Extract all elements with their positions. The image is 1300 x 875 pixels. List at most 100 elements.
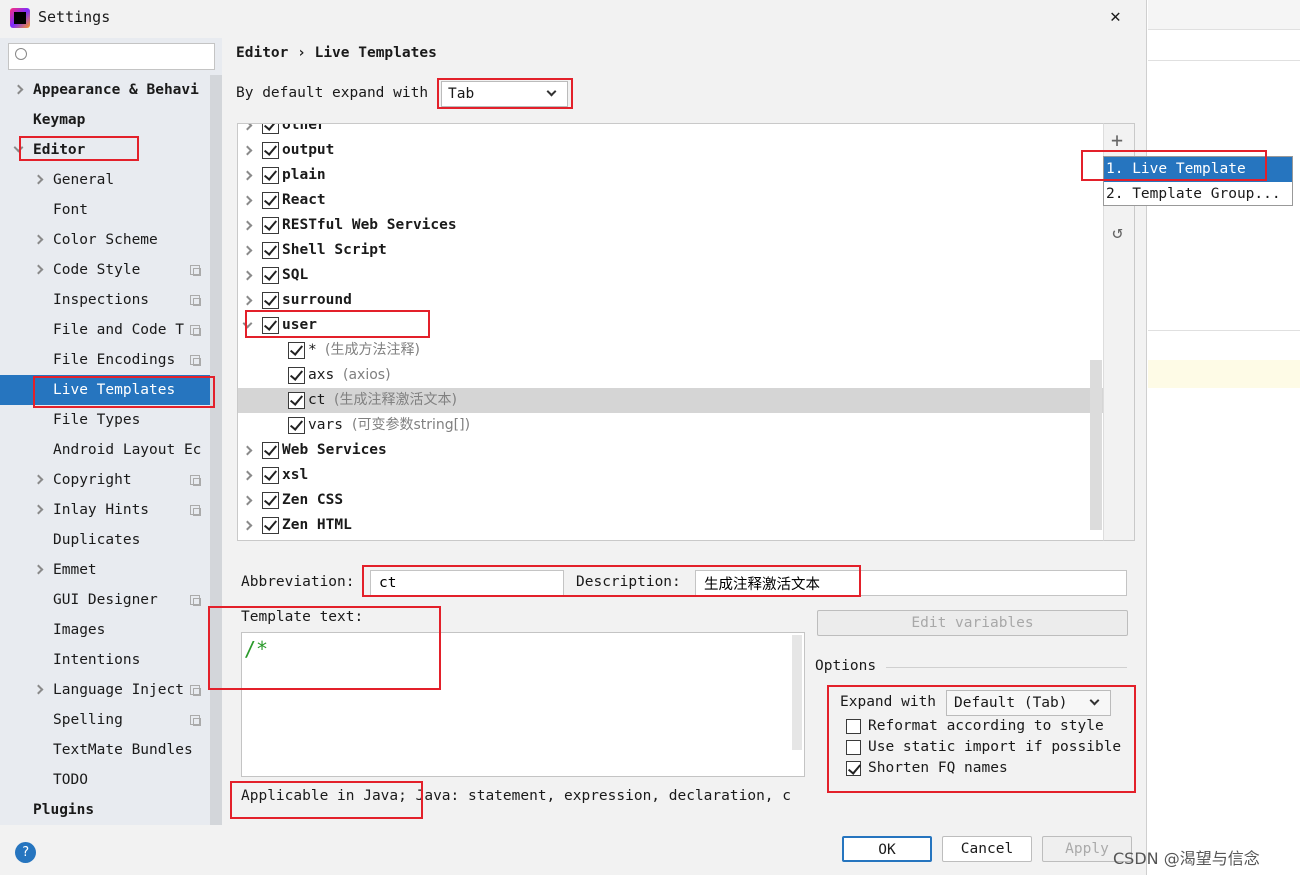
chevron-right-icon[interactable]: [242, 295, 253, 306]
sidebar-item[interactable]: General: [0, 165, 210, 195]
template-group-row[interactable]: surround: [238, 288, 1104, 313]
option-checkbox[interactable]: Use static import if possible: [846, 737, 1136, 758]
chevron-right-icon[interactable]: [33, 564, 44, 575]
checkbox[interactable]: [262, 124, 279, 134]
chevron-right-icon[interactable]: [242, 170, 253, 181]
description-input[interactable]: [695, 570, 1127, 596]
sidebar-item[interactable]: Emmet: [0, 555, 210, 585]
chevron-right-icon[interactable]: [33, 504, 44, 515]
template-row[interactable]: axs (axios): [238, 363, 1104, 388]
template-group-row[interactable]: xsl: [238, 463, 1104, 488]
sidebar-item[interactable]: Color Scheme: [0, 225, 210, 255]
checkbox[interactable]: [262, 467, 279, 484]
chevron-right-icon[interactable]: [33, 264, 44, 275]
template-group-row[interactable]: user: [238, 313, 1104, 338]
template-group-row[interactable]: React: [238, 188, 1104, 213]
checkbox[interactable]: [262, 317, 279, 334]
search-input[interactable]: [8, 43, 215, 70]
sidebar-item[interactable]: TextMate Bundles: [0, 735, 210, 765]
chevron-right-icon[interactable]: [242, 495, 253, 506]
checkbox[interactable]: [262, 492, 279, 509]
checkbox[interactable]: [262, 142, 279, 159]
expand-select[interactable]: Tab: [441, 81, 568, 107]
chevron-right-icon[interactable]: [242, 245, 253, 256]
checkbox[interactable]: [846, 719, 861, 734]
checkbox[interactable]: [262, 217, 279, 234]
chevron-right-icon[interactable]: [33, 684, 44, 695]
template-text-editor[interactable]: /*: [241, 632, 805, 777]
template-group-row[interactable]: RESTful Web Services: [238, 213, 1104, 238]
chevron-right-icon[interactable]: [242, 195, 253, 206]
template-row[interactable]: vars (可变参数string[]): [238, 413, 1104, 438]
chevron-right-icon[interactable]: [242, 520, 253, 531]
add-icon[interactable]: +: [1111, 128, 1123, 152]
restore-icon[interactable]: ↺: [1112, 222, 1123, 243]
close-icon[interactable]: ✕: [1110, 6, 1121, 27]
ok-button[interactable]: OK: [842, 836, 932, 862]
abbreviation-input[interactable]: [370, 570, 564, 596]
help-icon[interactable]: ?: [15, 842, 36, 863]
tree-scrollbar[interactable]: [1090, 360, 1102, 530]
template-group-row[interactable]: Zen CSS: [238, 488, 1104, 513]
menu-item-live-template[interactable]: 1. Live Template: [1104, 157, 1292, 182]
cancel-button[interactable]: Cancel: [942, 836, 1032, 862]
sidebar-item[interactable]: Appearance & Behavi: [0, 75, 210, 105]
sidebar-item[interactable]: GUI Designer: [0, 585, 210, 615]
sidebar-item[interactable]: Intentions: [0, 645, 210, 675]
sidebar-item[interactable]: Spelling: [0, 705, 210, 735]
chevron-right-icon[interactable]: [33, 474, 44, 485]
sidebar-item[interactable]: Keymap: [0, 105, 210, 135]
chevron-right-icon[interactable]: [13, 84, 24, 95]
chevron-right-icon[interactable]: [242, 145, 253, 156]
checkbox[interactable]: [288, 417, 305, 434]
breadcrumb-parent[interactable]: Editor: [236, 45, 288, 61]
sidebar-scrollbar[interactable]: [210, 75, 222, 825]
checkbox[interactable]: [846, 740, 861, 755]
sidebar-item[interactable]: Editor: [0, 135, 210, 165]
template-row[interactable]: ct (生成注释激活文本): [238, 388, 1104, 413]
menu-item-template-group[interactable]: 2. Template Group...: [1104, 182, 1292, 207]
chevron-right-icon[interactable]: [33, 234, 44, 245]
checkbox[interactable]: [288, 342, 305, 359]
checkbox[interactable]: [288, 367, 305, 384]
sidebar-item[interactable]: TODO: [0, 765, 210, 795]
search-field[interactable]: [39, 46, 209, 66]
sidebar-item[interactable]: Live Templates: [0, 375, 210, 405]
checkbox[interactable]: [262, 292, 279, 309]
checkbox[interactable]: [846, 761, 861, 776]
sidebar-item[interactable]: File Encodings: [0, 345, 210, 375]
sidebar-item[interactable]: Android Layout Ec: [0, 435, 210, 465]
sidebar-item[interactable]: Font: [0, 195, 210, 225]
checkbox[interactable]: [262, 242, 279, 259]
option-checkbox[interactable]: Reformat according to style: [846, 716, 1136, 737]
option-checkbox[interactable]: Shorten FQ names: [846, 758, 1136, 779]
chevron-down-icon[interactable]: [13, 142, 24, 153]
checkbox[interactable]: [262, 517, 279, 534]
template-group-row[interactable]: output: [238, 138, 1104, 163]
sidebar-item[interactable]: Inlay Hints: [0, 495, 210, 525]
chevron-down-icon[interactable]: [242, 318, 253, 329]
template-group-row[interactable]: SQL: [238, 263, 1104, 288]
editor-scrollbar[interactable]: [792, 635, 802, 750]
sidebar-item[interactable]: Plugins: [0, 795, 210, 825]
chevron-right-icon[interactable]: [242, 270, 253, 281]
checkbox[interactable]: [262, 192, 279, 209]
chevron-right-icon[interactable]: [242, 124, 253, 131]
applicable-contexts[interactable]: Applicable in Java; Java: statement, exp…: [241, 788, 805, 804]
sidebar-item[interactable]: Code Style: [0, 255, 210, 285]
template-group-row[interactable]: Web Services: [238, 438, 1104, 463]
chevron-right-icon[interactable]: [242, 470, 253, 481]
sidebar-item[interactable]: File Types: [0, 405, 210, 435]
expand-with-select[interactable]: Default (Tab): [946, 690, 1111, 716]
checkbox[interactable]: [262, 167, 279, 184]
checkbox[interactable]: [262, 267, 279, 284]
template-group-row[interactable]: Zen HTML: [238, 513, 1104, 538]
sidebar-item[interactable]: Inspections: [0, 285, 210, 315]
template-row[interactable]: * (生成方法注释): [238, 338, 1104, 363]
chevron-right-icon[interactable]: [242, 220, 253, 231]
checkbox[interactable]: [262, 442, 279, 459]
template-group-row[interactable]: plain: [238, 163, 1104, 188]
sidebar-item[interactable]: Images: [0, 615, 210, 645]
sidebar-item[interactable]: Duplicates: [0, 525, 210, 555]
sidebar-item[interactable]: File and Code T: [0, 315, 210, 345]
